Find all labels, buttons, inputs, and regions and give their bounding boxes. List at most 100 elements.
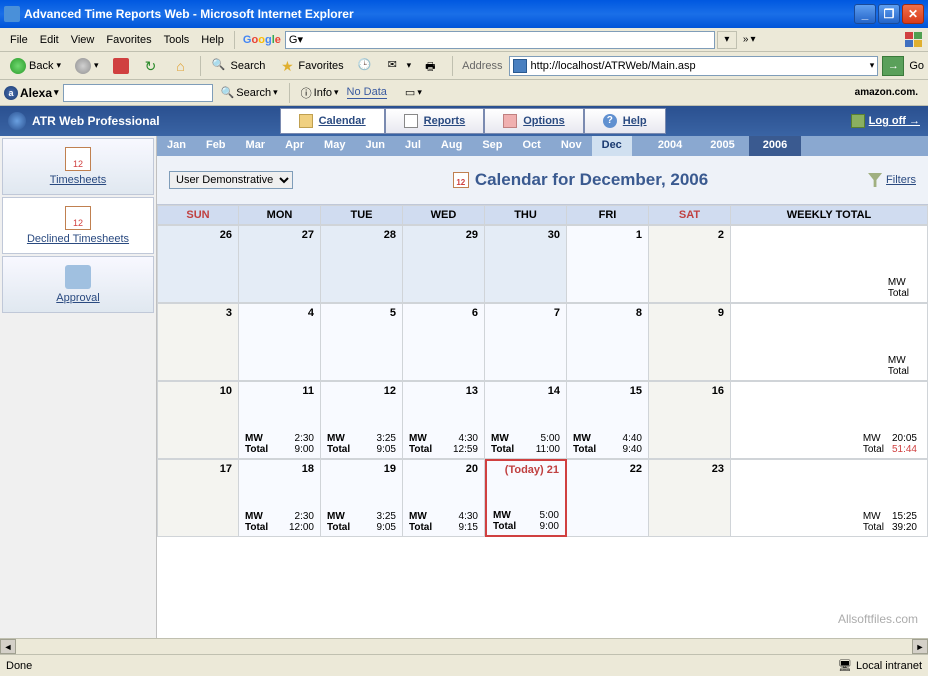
day-cell[interactable]: 5 (321, 303, 403, 381)
app-icon (4, 6, 20, 22)
menu-favorites[interactable]: Favorites (100, 32, 157, 48)
day-cell[interactable]: 3 (157, 303, 239, 381)
day-cell[interactable]: 10 (157, 381, 239, 459)
google-search-input[interactable]: G▾ (285, 31, 715, 49)
day-cell[interactable]: 12MW3:25Total9:05 (321, 381, 403, 459)
google-logo: Google (243, 34, 281, 46)
day-cell[interactable]: 1 (567, 225, 649, 303)
alexa-popup-button[interactable]: ▭▾ (401, 84, 426, 101)
month-jul[interactable]: Jul (395, 136, 431, 156)
day-cell[interactable]: 16 (649, 381, 731, 459)
month-apr[interactable]: Apr (275, 136, 314, 156)
month-feb[interactable]: Feb (196, 136, 236, 156)
day-cell[interactable]: 11MW2:30Total9:00 (239, 381, 321, 459)
month-jun[interactable]: Jun (355, 136, 395, 156)
user-select[interactable]: User Demonstrative (169, 171, 293, 189)
day-cell[interactable]: 4 (239, 303, 321, 381)
address-dropdown-icon[interactable]: ▾ (870, 60, 875, 71)
search-button[interactable]: 🔍Search (206, 55, 272, 77)
menu-help[interactable]: Help (195, 32, 230, 48)
stop-button[interactable] (107, 55, 135, 77)
day-cell[interactable]: 26 (157, 225, 239, 303)
forward-button[interactable]: ▾ (69, 55, 105, 77)
help-icon: ? (603, 114, 617, 128)
history-button[interactable]: 🕒 (352, 55, 380, 77)
mail-button[interactable]: ✉▾ (382, 55, 418, 77)
filters-link[interactable]: Filters (868, 173, 916, 187)
day-cell[interactable]: 9 (649, 303, 731, 381)
alexa-search-input[interactable] (63, 84, 213, 102)
day-cell[interactable]: 8 (567, 303, 649, 381)
close-button[interactable]: ✕ (902, 4, 924, 24)
day-cell[interactable]: 7 (485, 303, 567, 381)
alexa-info-button[interactable]: ⓘInfo▾ (297, 83, 343, 103)
day-cell[interactable]: 14MW5:00Total11:00 (485, 381, 567, 459)
day-cell[interactable]: 6 (403, 303, 485, 381)
menu-view[interactable]: View (65, 32, 101, 48)
print-button[interactable]: 🖶 (419, 55, 447, 77)
menu-bar: File Edit View Favorites Tools Help Goog… (0, 28, 928, 52)
month-mar[interactable]: Mar (236, 136, 276, 156)
favorites-button[interactable]: ★Favorites (273, 55, 349, 77)
month-jan[interactable]: Jan (157, 136, 196, 156)
year-2006[interactable]: 2006 (749, 136, 801, 156)
day-header: TUE (321, 205, 403, 225)
menu-tools[interactable]: Tools (158, 32, 196, 48)
separator (452, 56, 453, 76)
day-cell[interactable]: 29 (403, 225, 485, 303)
day-cell[interactable]: (Today) 21MW5:00Total9:00 (485, 459, 567, 537)
day-cell[interactable]: 22 (567, 459, 649, 537)
sidebar-timesheets[interactable]: Timesheets (2, 138, 154, 195)
tab-reports[interactable]: Reports (385, 108, 485, 134)
day-cell[interactable]: 20MW4:30Total9:15 (403, 459, 485, 537)
day-cell[interactable]: 19MW3:25Total9:05 (321, 459, 403, 537)
scroll-left-icon[interactable]: ◄ (0, 639, 16, 654)
year-2005[interactable]: 2005 (696, 136, 748, 156)
calendar-title: Calendar for December, 2006 (293, 170, 868, 190)
minimize-button[interactable]: _ (854, 4, 876, 24)
month-may[interactable]: May (314, 136, 355, 156)
alexa-toolbar: aAlexa▾ 🔍Search▾ ⓘInfo▾ No Data ▭▾ amazo… (0, 80, 928, 106)
chevron-right-icon[interactable]: » (743, 34, 749, 45)
day-cell[interactable]: 18MW2:30Total12:00 (239, 459, 321, 537)
refresh-button[interactable]: ↻ (137, 55, 165, 77)
month-sep[interactable]: Sep (472, 136, 512, 156)
day-cell[interactable]: 23 (649, 459, 731, 537)
day-cell[interactable]: 15MW4:40Total9:40 (567, 381, 649, 459)
window-title: Advanced Time Reports Web - Microsoft In… (24, 7, 854, 21)
tab-options[interactable]: Options (484, 108, 584, 134)
chevron-down-icon[interactable]: ▾ (750, 34, 755, 45)
tab-help[interactable]: ?Help (584, 108, 666, 134)
maximize-button[interactable]: ❐ (878, 4, 900, 24)
scroll-track[interactable] (16, 639, 912, 654)
sidebar-approval[interactable]: Approval (2, 256, 154, 313)
content: JanFebMarAprMayJunJulAugSepOctNovDec 2004… (157, 136, 928, 638)
amazon-link[interactable]: amazon.com. (855, 87, 918, 98)
menu-edit[interactable]: Edit (34, 32, 65, 48)
google-dropdown[interactable]: ▾ (717, 31, 737, 49)
address-input[interactable]: http://localhost/ATRWeb/Main.asp ▾ (509, 56, 879, 76)
windows-flag-icon (904, 31, 924, 49)
day-cell[interactable]: 2 (649, 225, 731, 303)
day-cell[interactable]: 28 (321, 225, 403, 303)
day-cell[interactable]: 17 (157, 459, 239, 537)
print-icon: 🖶 (425, 58, 441, 74)
day-cell[interactable]: 30 (485, 225, 567, 303)
home-button[interactable]: ⌂ (167, 55, 195, 77)
sidebar-declined[interactable]: Declined Timesheets (2, 197, 154, 254)
month-nov[interactable]: Nov (551, 136, 592, 156)
go-button[interactable]: → (882, 56, 904, 76)
year-2004[interactable]: 2004 (644, 136, 696, 156)
month-dec[interactable]: Dec (592, 136, 632, 156)
month-aug[interactable]: Aug (431, 136, 472, 156)
day-cell[interactable]: 27 (239, 225, 321, 303)
scroll-right-icon[interactable]: ► (912, 639, 928, 654)
back-button[interactable]: Back▾ (4, 55, 67, 77)
logoff-link[interactable]: Log off → (851, 114, 920, 128)
day-cell[interactable]: 13MW4:30Total12:59 (403, 381, 485, 459)
horizontal-scrollbar[interactable]: ◄ ► (0, 638, 928, 654)
tab-calendar[interactable]: Calendar (280, 108, 385, 134)
menu-file[interactable]: File (4, 32, 34, 48)
alexa-search-button[interactable]: 🔍Search▾ (217, 84, 282, 101)
month-oct[interactable]: Oct (513, 136, 551, 156)
